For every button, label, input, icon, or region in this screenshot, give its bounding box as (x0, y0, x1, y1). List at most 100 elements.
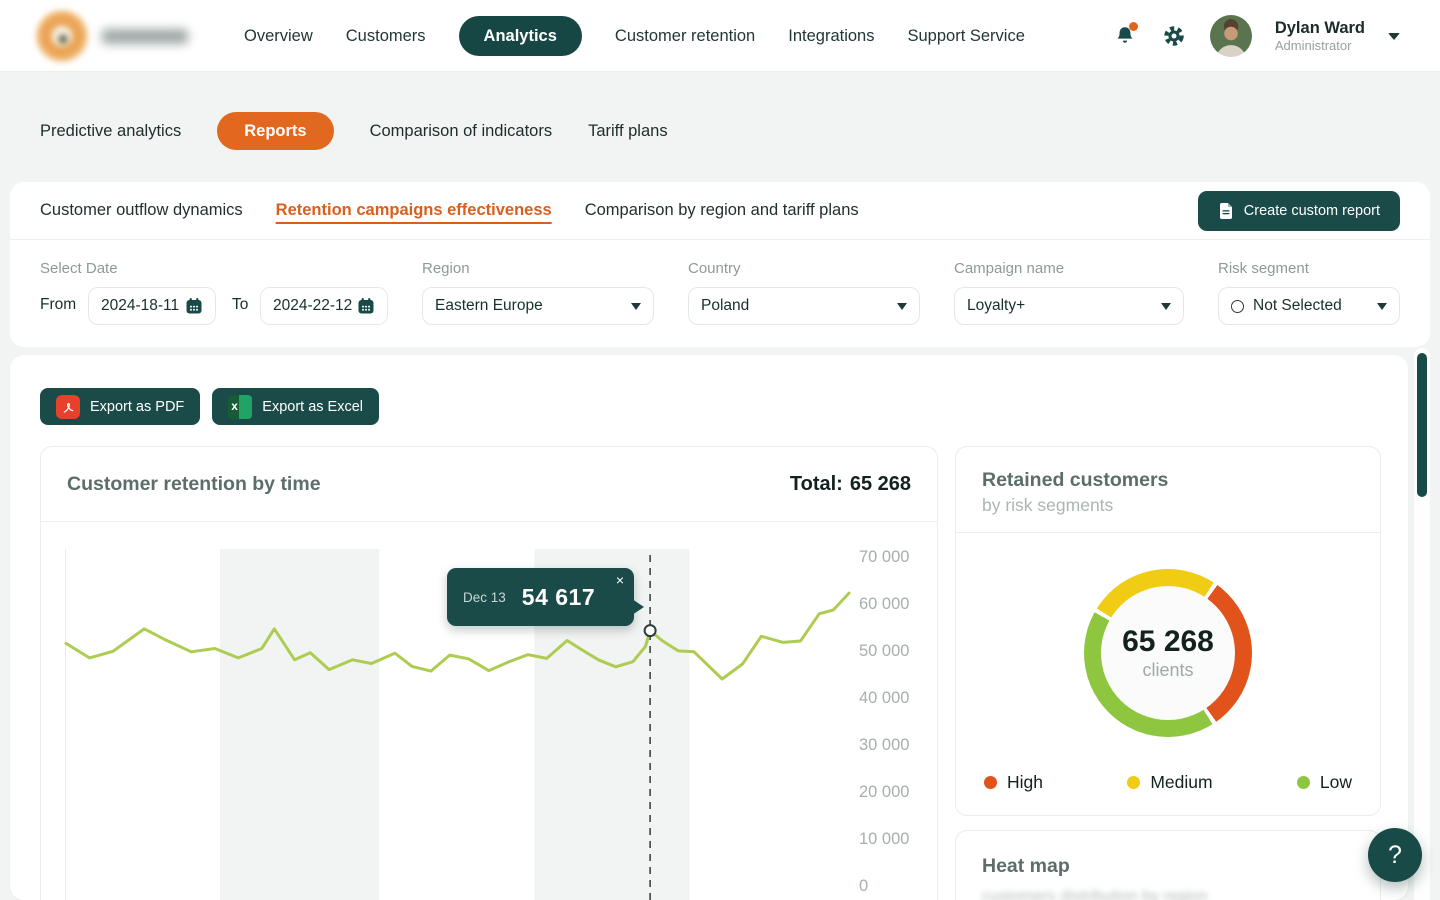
heat-map-title: Heat map (982, 855, 1354, 878)
create-custom-report-button[interactable]: Create custom report (1198, 191, 1400, 231)
analytics-subnav: Predictive analytics Reports Comparison … (40, 112, 668, 150)
retention-panel-header: Customer retention by time Total: 65 268 (41, 447, 937, 522)
retained-panel-header: Retained customers by risk segments (956, 447, 1380, 533)
region-value: Eastern Europe (435, 297, 543, 315)
campaign-value: Loyalty+ (967, 297, 1025, 315)
to-label: To (232, 296, 248, 314)
close-icon[interactable]: × (616, 572, 624, 589)
analytics-dashboard-page: Overview Customers Analytics Customer re… (0, 0, 1440, 900)
notifications-button[interactable] (1112, 23, 1138, 49)
legend-item-high[interactable]: High (984, 772, 1043, 793)
avatar[interactable] (1210, 15, 1252, 57)
main-nav: Overview Customers Analytics Customer re… (244, 0, 1025, 72)
legend-dot-medium (1127, 776, 1140, 789)
select-date-label: Select Date (40, 260, 118, 277)
subnav-item-predictive-analytics[interactable]: Predictive analytics (40, 122, 181, 141)
brand-logo[interactable] (36, 10, 188, 62)
date-from-input[interactable]: 2024-18-11 (88, 287, 216, 325)
tab-retention-campaigns-effectiveness-active[interactable]: Retention campaigns effectiveness (276, 201, 552, 220)
donut-center-label: clients (1142, 660, 1193, 681)
heat-map-panel: Heat map customers distribution by regio… (955, 830, 1381, 900)
campaign-name-label: Campaign name (954, 260, 1064, 277)
nav-item-customers[interactable]: Customers (346, 27, 426, 46)
chevron-down-icon (897, 303, 907, 310)
help-button[interactable]: ? (1368, 828, 1422, 882)
date-to-input[interactable]: 2024-22-12 (260, 287, 388, 325)
region-label: Region (422, 260, 470, 277)
retention-total-value: 65 268 (850, 473, 911, 496)
brand-logo-icon (36, 10, 88, 62)
y-axis-tick: 30 000 (859, 736, 909, 755)
export-pdf-label: Export as PDF (90, 399, 184, 415)
report-tabs: Customer outflow dynamics Retention camp… (10, 182, 1430, 240)
scrollbar-thumb[interactable] (1417, 353, 1427, 497)
settings-button[interactable] (1161, 23, 1187, 49)
retained-customers-panel: Retained customers by risk segments 65 2… (955, 446, 1381, 816)
export-buttons: Export as PDF x Export as Excel (40, 388, 379, 425)
country-select[interactable]: Poland (688, 287, 920, 325)
risk-donut[interactable]: 65 268 clients (1084, 569, 1252, 737)
legend-dot-low (1297, 776, 1310, 789)
calendar-icon (185, 297, 203, 315)
tab-customer-outflow-dynamics[interactable]: Customer outflow dynamics (40, 201, 243, 220)
user-cluster: Dylan Ward Administrator (1112, 0, 1400, 72)
heat-map-subtitle-blurred: customers distribution by region (982, 888, 1354, 900)
country-value: Poland (701, 297, 749, 315)
nav-item-integrations[interactable]: Integrations (788, 27, 874, 46)
y-axis-tick: 70 000 (859, 548, 909, 567)
user-role: Administrator (1275, 38, 1365, 53)
brand-logo-text-blurred (102, 29, 188, 44)
chevron-down-icon[interactable] (1388, 33, 1400, 40)
risk-segment-value: Not Selected (1253, 297, 1342, 315)
chevron-down-icon (1161, 303, 1171, 310)
date-from-value: 2024-18-11 (101, 297, 179, 315)
retention-line-chart[interactable]: Dec 13 54 617 × (65, 549, 848, 900)
legend-label-low: Low (1320, 772, 1352, 793)
retention-by-time-panel: Customer retention by time Total: 65 268… (40, 446, 938, 900)
retained-panel-subtitle: by risk segments (982, 495, 1354, 516)
tooltip-value: 54 617 (522, 584, 595, 611)
tab-comparison-by-region-and-tariff-plans[interactable]: Comparison by region and tariff plans (585, 201, 859, 220)
y-axis-tick: 0 (859, 877, 868, 896)
risk-segment-label: Risk segment (1218, 260, 1309, 277)
selected-point-marker[interactable] (645, 625, 656, 636)
nav-item-analytics-active[interactable]: Analytics (459, 16, 582, 56)
subnav-item-reports-active[interactable]: Reports (217, 112, 333, 150)
filters-row: Select Date From 2024-18-11 To 2024-22-1… (10, 240, 1430, 346)
report-controls-card: Customer outflow dynamics Retention camp… (10, 182, 1430, 347)
tooltip-date: Dec 13 (463, 590, 506, 605)
subnav-item-tariff-plans[interactable]: Tariff plans (588, 122, 668, 141)
region-select[interactable]: Eastern Europe (422, 287, 654, 325)
risk-legend: High Medium Low (956, 772, 1380, 793)
retention-total: Total: 65 268 (790, 473, 911, 496)
export-excel-button[interactable]: x Export as Excel (212, 388, 379, 425)
heat-map-header: Heat map customers distribution by regio… (956, 831, 1380, 900)
user-info[interactable]: Dylan Ward Administrator (1275, 19, 1365, 54)
pdf-icon (56, 395, 80, 419)
notification-dot (1129, 22, 1138, 31)
create-custom-report-label: Create custom report (1244, 203, 1380, 219)
nav-item-support-service[interactable]: Support Service (907, 27, 1024, 46)
risk-segment-select[interactable]: Not Selected (1218, 287, 1400, 325)
campaign-select[interactable]: Loyalty+ (954, 287, 1184, 325)
legend-item-medium[interactable]: Medium (1127, 772, 1212, 793)
export-pdf-button[interactable]: Export as PDF (40, 388, 200, 425)
retention-panel-title: Customer retention by time (67, 473, 321, 496)
nav-item-overview[interactable]: Overview (244, 27, 313, 46)
report-content-card: Export as PDF x Export as Excel Customer… (10, 355, 1408, 900)
calendar-icon (357, 297, 375, 315)
retained-panel-title: Retained customers (982, 469, 1354, 492)
subnav-item-comparison-of-indicators[interactable]: Comparison of indicators (370, 122, 553, 141)
legend-label-medium: Medium (1150, 772, 1212, 793)
donut-center-value: 65 268 (1122, 625, 1214, 659)
legend-item-low[interactable]: Low (1297, 772, 1352, 793)
excel-icon: x (228, 395, 252, 419)
export-excel-label: Export as Excel (262, 399, 363, 415)
legend-dot-high (984, 776, 997, 789)
y-axis-tick: 60 000 (859, 595, 909, 614)
scrollbar-track[interactable] (1414, 348, 1430, 900)
y-axis-tick: 40 000 (859, 689, 909, 708)
country-label: Country (688, 260, 741, 277)
retention-total-label: Total: (790, 473, 843, 496)
nav-item-customer-retention[interactable]: Customer retention (615, 27, 755, 46)
